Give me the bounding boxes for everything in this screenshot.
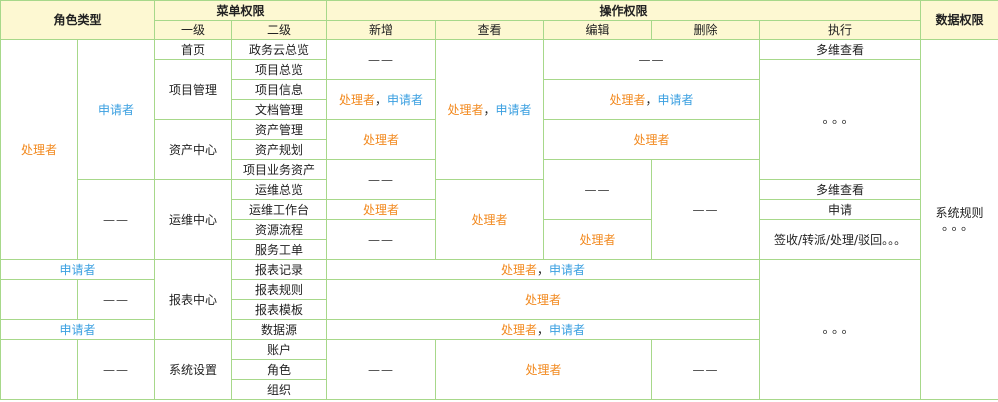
- subrole-dash-3: ——: [76, 339, 156, 400]
- role-applicant-row-2: 申请者: [0, 319, 156, 340]
- exec-dots-1: 。。。: [759, 59, 922, 180]
- edit-cell-5: 处理者: [543, 219, 653, 260]
- role-text: 处理者: [501, 322, 538, 337]
- header-execute: 执行: [759, 20, 922, 40]
- data-perm-rule: 系统规则: [935, 205, 984, 220]
- separator: ，: [537, 322, 550, 337]
- menu-l2-ops-overview: 运维总览: [231, 179, 328, 200]
- add-cell-1: ——: [326, 39, 437, 80]
- op-cell-data-source: 处理者，申请者: [326, 319, 761, 340]
- menu-l2-ops-workbench: 运维工作台: [231, 199, 328, 220]
- exec-sign: 签收/转派/处理/驳回。。。: [759, 219, 922, 260]
- menu-l2-gov-overview: 政务云总览: [231, 39, 328, 60]
- subrole-dash-2: ——: [76, 279, 156, 320]
- view-edit-cell-sys: 处理者: [435, 339, 653, 400]
- role-text: 申请者: [549, 322, 586, 337]
- menu-l2-role: 角色: [231, 359, 328, 380]
- menu-l1-home: 首页: [154, 39, 233, 60]
- exec-dots-2: 。。。: [759, 259, 922, 400]
- menu-l2-resource-flow: 资源流程: [231, 219, 328, 240]
- exec-multi-view-1: 多维查看: [759, 39, 922, 60]
- op-cell-report-record: 处理者，申请者: [326, 259, 761, 280]
- menu-l2-asset-plan: 资产规划: [231, 139, 328, 160]
- add-cell-sys: ——: [326, 339, 437, 400]
- header-role-type: 角色类型: [0, 0, 156, 40]
- role-text: 申请者: [387, 92, 424, 107]
- role-text: 申请者: [549, 262, 586, 277]
- delete-cell-sys: ——: [651, 339, 761, 400]
- separator: ，: [375, 92, 388, 107]
- separator: ，: [645, 92, 658, 107]
- separator: ，: [537, 262, 550, 277]
- menu-l2-report-template: 报表模板: [231, 299, 328, 320]
- header-delete: 删除: [651, 20, 761, 40]
- edit-delete-cell-1: ——: [543, 39, 761, 80]
- data-perm-cell: 系统规则 。。。: [920, 39, 998, 400]
- menu-l2-data-source: 数据源: [231, 319, 328, 340]
- edit-delete-cell-2: 处理者，申请者: [543, 79, 761, 120]
- subrole-applicant-1: 申请者: [76, 39, 156, 180]
- edit-cell-4: ——: [543, 159, 653, 220]
- role-text: 处理者: [339, 92, 376, 107]
- data-perm-dots: 。。。: [942, 218, 978, 234]
- header-data-permission: 数据权限: [920, 0, 998, 40]
- menu-l1-ops-center: 运维中心: [154, 179, 233, 260]
- menu-l1-asset-center: 资产中心: [154, 119, 233, 180]
- role-text: 处理者: [501, 262, 538, 277]
- view-cell-1: 处理者，申请者: [435, 39, 545, 180]
- role-text: 处理者: [447, 102, 484, 117]
- view-cell-2: 处理者: [435, 179, 545, 260]
- role-applicant-row-1: 申请者: [0, 259, 156, 280]
- menu-l2-report-rule: 报表规则: [231, 279, 328, 300]
- subrole-dash-1: ——: [76, 179, 156, 260]
- menu-l2-project-overview: 项目总览: [231, 59, 328, 80]
- menu-l2-project-info: 项目信息: [231, 79, 328, 100]
- separator: ，: [483, 102, 496, 117]
- add-cell-2: 处理者，申请者: [326, 79, 437, 120]
- role-text: 申请者: [495, 102, 532, 117]
- add-cell-3: 处理者: [326, 119, 437, 160]
- delete-cell-4: ——: [651, 159, 761, 260]
- role-text: 处理者: [609, 92, 646, 107]
- header-menu-permission: 菜单权限: [154, 0, 328, 21]
- menu-l2-report-record: 报表记录: [231, 259, 328, 280]
- menu-l1-sys-settings: 系统设置: [154, 339, 233, 400]
- exec-apply: 申请: [759, 199, 922, 220]
- role-handler: 处理者: [0, 39, 78, 260]
- role-text: 申请者: [657, 92, 694, 107]
- add-cell-5: 处理者: [326, 199, 437, 220]
- role-handler-report: [0, 279, 78, 320]
- menu-l1-project-mgmt: 项目管理: [154, 59, 233, 120]
- menu-l2-service-ticket: 服务工单: [231, 239, 328, 260]
- menu-l2-doc-mgmt: 文档管理: [231, 99, 328, 120]
- header-level2: 二级: [231, 20, 328, 40]
- role-handler-sys: [0, 339, 78, 400]
- menu-l2-asset-mgmt: 资产管理: [231, 119, 328, 140]
- header-add: 新增: [326, 20, 437, 40]
- op-cell-report-rule: 处理者: [326, 279, 761, 320]
- exec-multi-view-2: 多维查看: [759, 179, 922, 200]
- menu-l2-account: 账户: [231, 339, 328, 360]
- add-cell-4: ——: [326, 159, 437, 200]
- menu-l2-project-asset: 项目业务资产: [231, 159, 328, 180]
- edit-delete-cell-3: 处理者: [543, 119, 761, 160]
- header-view: 查看: [435, 20, 545, 40]
- header-edit: 编辑: [543, 20, 653, 40]
- menu-l2-org: 组织: [231, 379, 328, 400]
- header-level1: 一级: [154, 20, 233, 40]
- add-cell-6: ——: [326, 219, 437, 260]
- permission-table: 角色类型 菜单权限 操作权限 数据权限 一级 二级 新增 查看 编辑 删除 执行…: [0, 0, 998, 400]
- menu-l1-report-center: 报表中心: [154, 259, 233, 340]
- header-operation-permission: 操作权限: [326, 0, 922, 21]
